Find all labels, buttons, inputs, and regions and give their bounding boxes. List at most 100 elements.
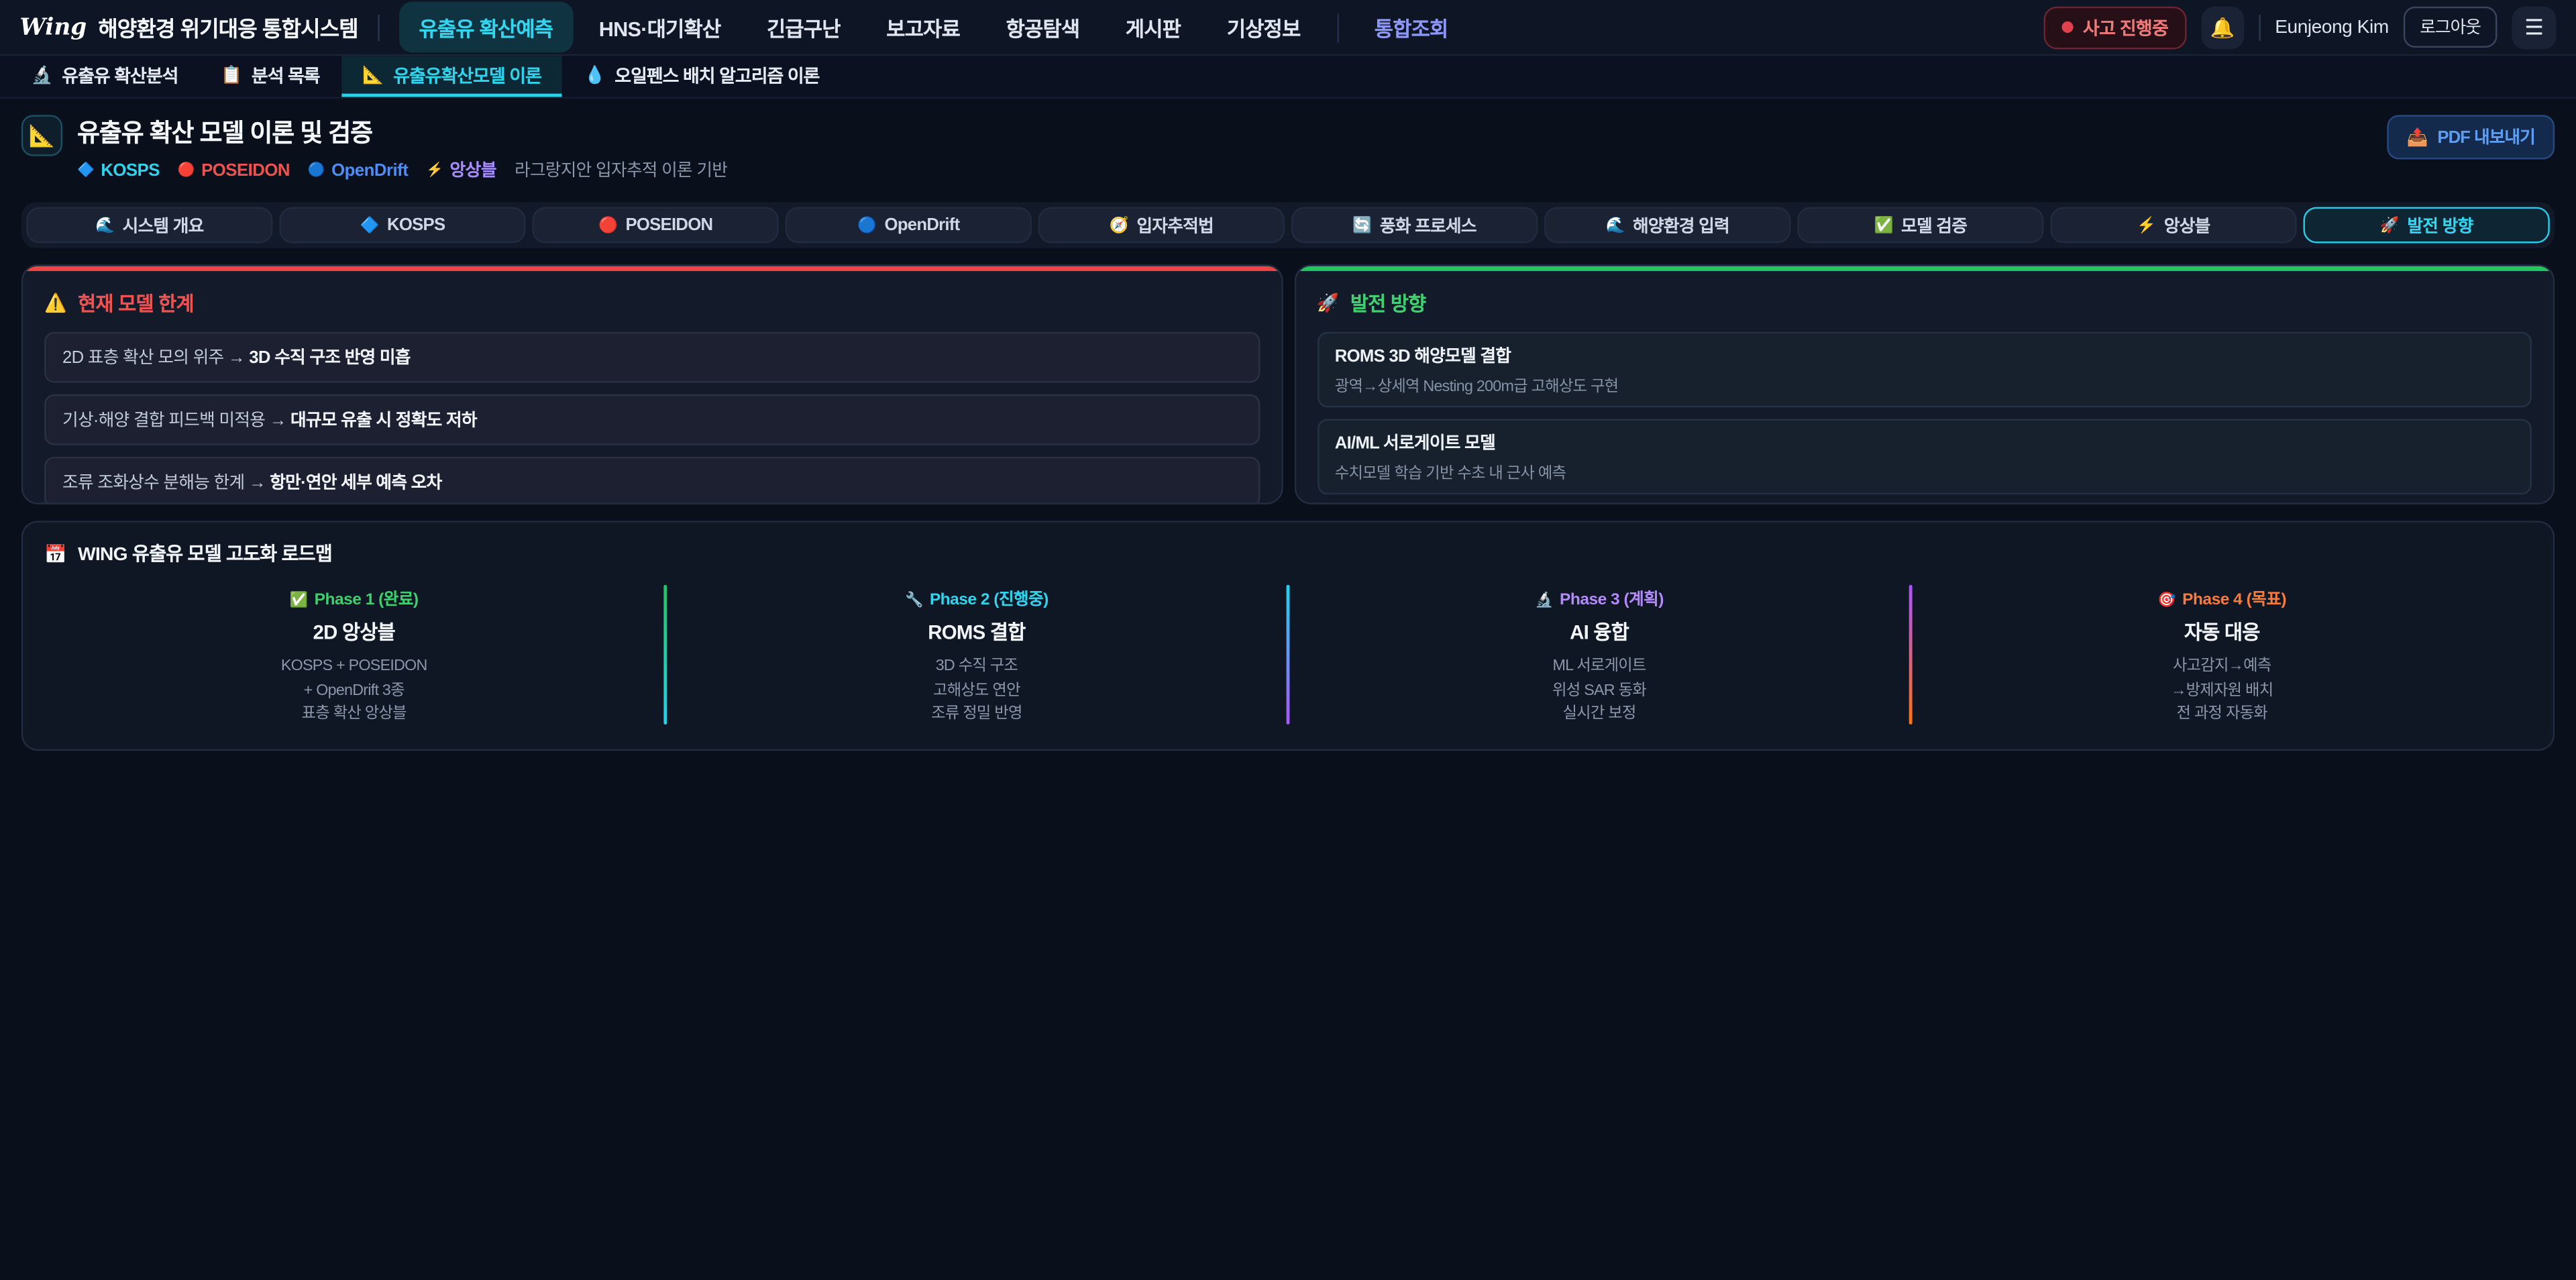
phase-3-title: AI 융합 (1289, 618, 1909, 646)
page-title-block: 유출유 확산 모델 이론 및 검증 🔷 KOSPS 🔴 POSEIDON 🔵 O… (77, 115, 727, 182)
incident-status-badge[interactable]: 사고 진행중 (2043, 6, 2186, 49)
phase-2-title: ROMS 결합 (667, 618, 1286, 646)
wave-icon: 🌊 (1605, 216, 1624, 234)
phase-line: 전 과정 자동화 (1913, 704, 2532, 728)
nav-emergency-rescue[interactable]: 긴급구난 (747, 1, 861, 52)
content-cards-row: ⚠️ 현재 모델 한계 2D 표층 확산 모의 위주 → 3D 수직 구조 반영… (21, 264, 2555, 504)
lightning-icon: ⚡ (426, 161, 443, 179)
tab-poseidon[interactable]: 🔴 POSEIDON (532, 207, 778, 244)
subtab-model-theory[interactable]: 📐 유출유확산모델 이론 (341, 56, 562, 97)
badge-label: POSEIDON (201, 160, 290, 180)
calendar-icon: 📅 (44, 543, 66, 564)
microscope-icon: 🔬 (32, 64, 52, 86)
subtab-label: 분석 목록 (252, 62, 320, 88)
ruler-icon: 📐 (362, 64, 383, 86)
tab-label: 모델 검증 (1901, 213, 1967, 237)
app-logo: Wing 해양환경 위기대응 통합시스템 (19, 11, 358, 43)
badge-label: KOSPS (101, 160, 160, 180)
phase-2: 🔧Phase 2 (진행중) ROMS 결합 3D 수직 구조 고해상도 연안 … (667, 582, 1286, 728)
target-icon: 🎯 (2157, 592, 2176, 608)
cycle-arrows-icon: 🔄 (1352, 216, 1371, 234)
page-subtitle: 라그랑지안 입자추적 이론 기반 (515, 158, 727, 182)
header-right-divider (2259, 14, 2260, 40)
phase-label-text: Phase 4 (목표) (2182, 592, 2286, 610)
logout-button[interactable]: 로그아웃 (2404, 7, 2498, 48)
tab-label: 시스템 개요 (123, 213, 204, 237)
tab-label: 앙상블 (2164, 213, 2210, 237)
nav-reports[interactable]: 보고자료 (867, 1, 980, 52)
page-header: 📐 유출유 확산 모델 이론 및 검증 🔷 KOSPS 🔴 POSEIDON 🔵… (0, 99, 2576, 195)
badge-label: 앙상블 (449, 158, 496, 182)
app-header: Wing 해양환경 위기대응 통합시스템 유출유 확산예측 HNS·대기확산 긴… (0, 0, 2576, 56)
phase-label-text: Phase 3 (계획) (1560, 592, 1664, 610)
blue-diamond-icon: 🔷 (360, 216, 379, 234)
header-right: 사고 진행중 🔔 Eunjeong Kim 로그아웃 ☰ (2043, 6, 2556, 49)
subtab-oil-fence-theory[interactable]: 💧 오일펜스 배치 알고리즘 이론 (563, 56, 841, 97)
pdf-export-label: PDF 내보내기 (2437, 125, 2534, 150)
blue-circle-icon: 🔵 (308, 161, 325, 179)
roadmap-title-label: WING 유출유 모델 고도화 로드맵 (78, 541, 332, 567)
limitation-text: 2D 표층 확산 모의 위주 → (62, 348, 249, 368)
tab-weathering-process[interactable]: 🔄 풍화 프로세스 (1291, 207, 1538, 244)
tab-system-overview[interactable]: 🌊 시스템 개요 (26, 207, 272, 244)
subtab-label: 유출유확산모델 이론 (393, 62, 541, 88)
phase-1-title: 2D 앙상블 (44, 618, 663, 646)
nav-oil-spill-forecast[interactable]: 유출유 확산예측 (399, 1, 573, 52)
direction-item-desc: 광역→상세역 Nesting 200m급 고해상도 구현 (1335, 373, 2514, 396)
current-limitations-card: ⚠️ 현재 모델 한계 2D 표층 확산 모의 위주 → 3D 수직 구조 반영… (21, 264, 1283, 504)
rocket-icon: 🚀 (2380, 216, 2399, 234)
tab-ensemble[interactable]: ⚡ 앙상블 (2050, 207, 2296, 244)
subtab-analysis-list[interactable]: 📋 분석 목록 (199, 56, 341, 97)
phase-4-label: 🎯 Phase 4 (목표) (1913, 585, 2532, 610)
subtab-spill-analysis[interactable]: 🔬 유출유 확산분석 (10, 56, 200, 97)
pdf-export-button[interactable]: 📤 PDF 내보내기 (2387, 115, 2555, 159)
badge-ensemble: ⚡ 앙상블 (426, 158, 496, 182)
nav-board[interactable]: 게시판 (1106, 1, 1201, 52)
rocket-icon: 🚀 (1317, 292, 1339, 314)
check-icon: ✅ (290, 592, 308, 608)
nav-weather-info[interactable]: 기상정보 (1207, 1, 1320, 52)
tab-model-validation[interactable]: ✅ 모델 검증 (1797, 207, 2043, 244)
app-title: 해양환경 위기대응 통합시스템 (98, 11, 358, 43)
nav-aerial-search[interactable]: 항공탐색 (986, 1, 1099, 52)
tab-ocean-env-input[interactable]: 🌊 해양환경 입력 (1544, 207, 1790, 244)
direction-item-title: ROMS 3D 해양모델 결합 (1335, 343, 2514, 368)
phase-line: 조류 정밀 반영 (667, 704, 1286, 728)
droplet-icon: 💧 (584, 64, 604, 86)
direction-item-title: AI/ML 서로게이트 모델 (1335, 431, 2514, 456)
phase-line: KOSPS + POSEIDON (44, 655, 663, 680)
nav-hns-atmos[interactable]: HNS·대기확산 (579, 1, 740, 52)
clipboard-icon: 📋 (221, 64, 241, 86)
tab-particle-tracking[interactable]: 🧭 입자추적법 (1038, 207, 1285, 244)
tab-opendrift[interactable]: 🔵 OpenDrift (786, 207, 1032, 244)
subtab-label: 유출유 확산분석 (62, 62, 178, 88)
tab-label: KOSPS (387, 215, 445, 235)
phase-line: 위성 SAR 동화 (1289, 680, 1909, 704)
tab-label: 입자추적법 (1136, 213, 1214, 237)
nav-separator (1336, 12, 1338, 42)
badge-label: OpenDrift (331, 160, 408, 180)
tab-future-direction[interactable]: 🚀 발전 방향 (2303, 207, 2549, 244)
notification-button[interactable]: 🔔 (2201, 6, 2244, 49)
tab-label: 발전 방향 (2407, 213, 2473, 237)
limitation-text: 기상·해양 결합 피드백 미적용 → (62, 411, 290, 430)
direction-item: ROMS 3D 해양모델 결합 광역→상세역 Nesting 200m급 고해상… (1317, 332, 2532, 408)
user-name: Eunjeong Kim (2275, 17, 2388, 37)
tab-label: OpenDrift (885, 215, 960, 235)
phase-1-lines: KOSPS + POSEIDON + OpenDrift 3종 표층 확산 앙상… (44, 655, 663, 728)
main-nav: 유출유 확산예측 HNS·대기확산 긴급구난 보고자료 항공탐색 게시판 기상정… (399, 1, 1468, 52)
phase-4-lines: 사고감지→예측 →방제자원 배치 전 과정 자동화 (1913, 655, 2532, 728)
phase-4-title: 자동 대응 (1913, 618, 2532, 646)
nav-integrated-search[interactable]: 통합조회 (1354, 1, 1468, 52)
phase-label-text: Phase 2 (진행중) (930, 592, 1049, 610)
tab-kosps[interactable]: 🔷 KOSPS (279, 207, 525, 244)
roadmap-phases: ✅Phase 1 (완료) 2D 앙상블 KOSPS + POSEIDON + … (44, 582, 2532, 728)
hamburger-menu-button[interactable]: ☰ (2512, 6, 2556, 49)
check-icon: ✅ (1874, 216, 1893, 234)
red-circle-icon: 🔴 (598, 216, 617, 234)
section-tab-bar: 🌊 시스템 개요 🔷 KOSPS 🔴 POSEIDON 🔵 OpenDrift … (21, 202, 2555, 248)
hamburger-icon: ☰ (2524, 14, 2544, 40)
tab-label: POSEIDON (625, 215, 712, 235)
directions-title-label: 발전 방향 (1350, 289, 1426, 317)
warning-icon: ⚠️ (44, 292, 66, 314)
